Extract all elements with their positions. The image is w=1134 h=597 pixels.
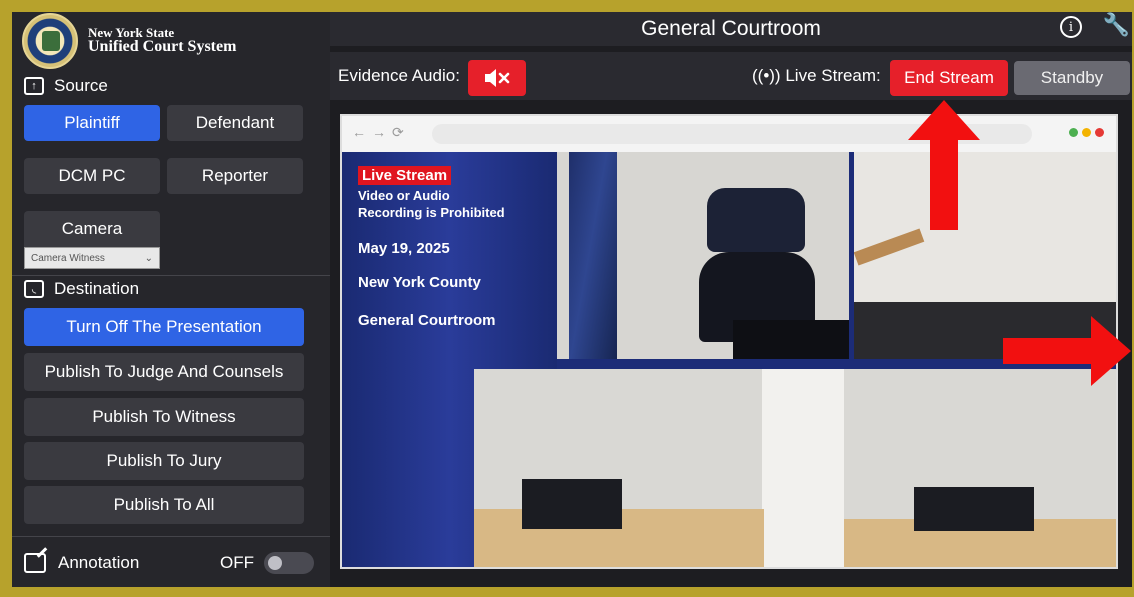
publish-witness-button[interactable]: Publish To Witness (24, 398, 304, 436)
source-defendant-button[interactable]: Defendant (167, 105, 303, 141)
upload-icon: ↑ (24, 77, 44, 95)
camera-select[interactable]: Camera Witness ⌄ (24, 247, 160, 269)
evidence-audio-label: Evidence Audio: (338, 66, 460, 85)
toolbar: Evidence Audio: ((•)) Live Stream: End S… (330, 52, 1132, 100)
standby-button[interactable]: Standby (1014, 61, 1130, 95)
main-panel: General Courtroom i 🔧 Evidence Audio: ((… (330, 12, 1132, 587)
monitor-image (733, 320, 849, 359)
live-stream-label: ((•)) Live Stream: (752, 66, 881, 85)
publish-all-button[interactable]: Publish To All (24, 486, 304, 524)
annotation-row: Annotation OFF (24, 552, 314, 574)
evidence-audio-mute-button[interactable] (468, 60, 526, 96)
recording-warning: Video or Audio Recording is Prohibited (358, 188, 505, 220)
camera-feed-judge (557, 152, 849, 359)
live-stream-tag: Live Stream (358, 166, 452, 185)
annotation-label: Annotation (58, 553, 140, 572)
logo-line-2: Unified Court System (88, 38, 237, 56)
info-icon[interactable]: i (1060, 16, 1082, 38)
source-plaintiff-button[interactable]: Plaintiff (24, 105, 160, 141)
destination-heading: ◟ Destination (24, 279, 139, 299)
camera-feed-counsel-tables (474, 369, 1116, 567)
source-camera-button[interactable]: Camera (24, 211, 160, 247)
browser-nav-icons: ←→⟳ (352, 124, 410, 140)
edit-icon (24, 553, 46, 573)
flag-image (569, 152, 617, 359)
publish-judge-counsels-button[interactable]: Publish To Judge And Counsels (24, 353, 304, 391)
window-controls (1069, 128, 1104, 137)
muted-speaker-icon (485, 69, 510, 87)
browser-toolbar: ←→⟳ (342, 116, 1116, 152)
app-window: New York State Unified Court System ↑ So… (12, 12, 1132, 587)
logo-line-1: New York State (88, 24, 175, 40)
dot-yellow-icon (1082, 128, 1091, 137)
end-stream-button[interactable]: End Stream (890, 60, 1008, 96)
slide-date: May 19, 2025 (358, 240, 450, 257)
chair-image (707, 188, 805, 252)
publish-jury-button[interactable]: Publish To Jury (24, 442, 304, 480)
annotation-state: OFF (220, 553, 254, 572)
cast-icon: ◟ (24, 280, 44, 298)
annotation-toggle[interactable] (264, 552, 314, 574)
wrench-icon[interactable]: 🔧 (1103, 14, 1130, 36)
slide-county: New York County (358, 274, 481, 291)
broadcast-icon: ((•)) (752, 66, 781, 85)
sidebar: New York State Unified Court System ↑ So… (12, 12, 330, 587)
stream-preview: Live Stream Video or Audio Recording is … (342, 152, 1116, 567)
turn-off-presentation-button[interactable]: Turn Off The Presentation (24, 308, 304, 346)
logo: New York State Unified Court System (22, 12, 236, 70)
red-arrow-right-icon (1003, 316, 1131, 386)
slide-courtroom: General Courtroom (358, 312, 496, 329)
divider (12, 536, 330, 537)
chevron-down-icon: ⌄ (144, 252, 153, 264)
source-heading: ↑ Source (24, 76, 108, 96)
source-dcm-pc-button[interactable]: DCM PC (24, 158, 160, 194)
divider (12, 275, 330, 276)
dot-red-icon (1095, 128, 1104, 137)
source-reporter-button[interactable]: Reporter (167, 158, 303, 194)
red-arrow-up-icon (908, 100, 980, 230)
dot-green-icon (1069, 128, 1078, 137)
browser-window: ←→⟳ Live Stream Video or Audio Recording… (340, 114, 1118, 569)
title-bar: General Courtroom (330, 12, 1132, 46)
court-seal-icon (22, 13, 78, 69)
page-title: General Courtroom (641, 17, 821, 40)
